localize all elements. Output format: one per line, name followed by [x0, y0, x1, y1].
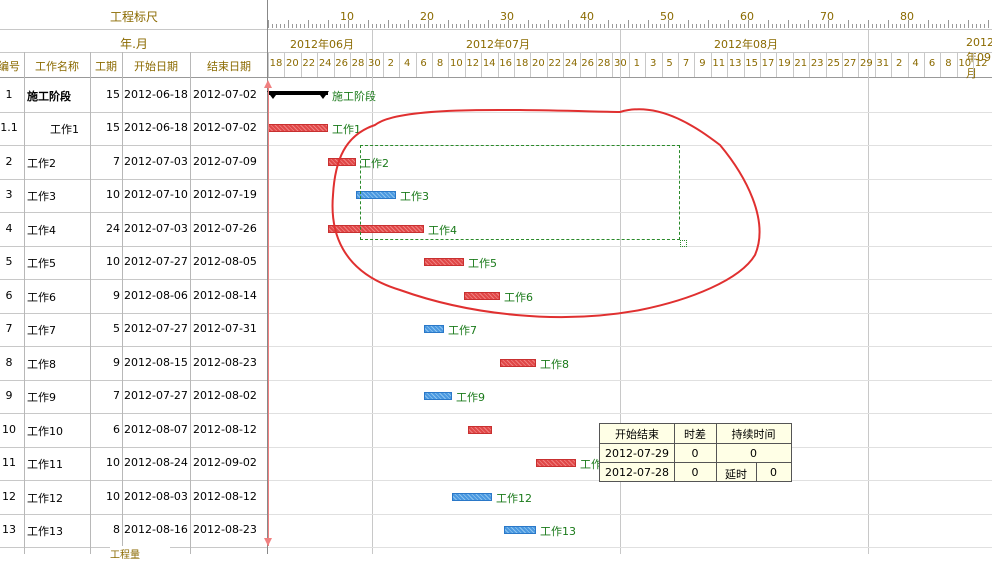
task-tooltip-popup: 开始结束 时差 持续时间 2012-07-29 0 0 2012-07-28 0…	[599, 423, 792, 482]
popup-r2-date: 2012-07-28	[605, 466, 669, 479]
popup-r1-date: 2012-07-29	[605, 447, 669, 460]
annotation-circle	[331, 108, 761, 319]
popup-r1-slack: 0	[691, 447, 699, 460]
popup-header-slack: 时差	[684, 428, 706, 441]
popup-r1-duration: 0	[750, 447, 757, 460]
popup-header-startend: 开始结束	[615, 428, 659, 441]
popup-r2-slack: 0	[691, 466, 699, 479]
popup-header-duration: 持续时间	[731, 428, 776, 441]
popup-r2-delay: 0	[770, 466, 777, 479]
popup-r2-delay-label: 延时	[725, 468, 747, 481]
